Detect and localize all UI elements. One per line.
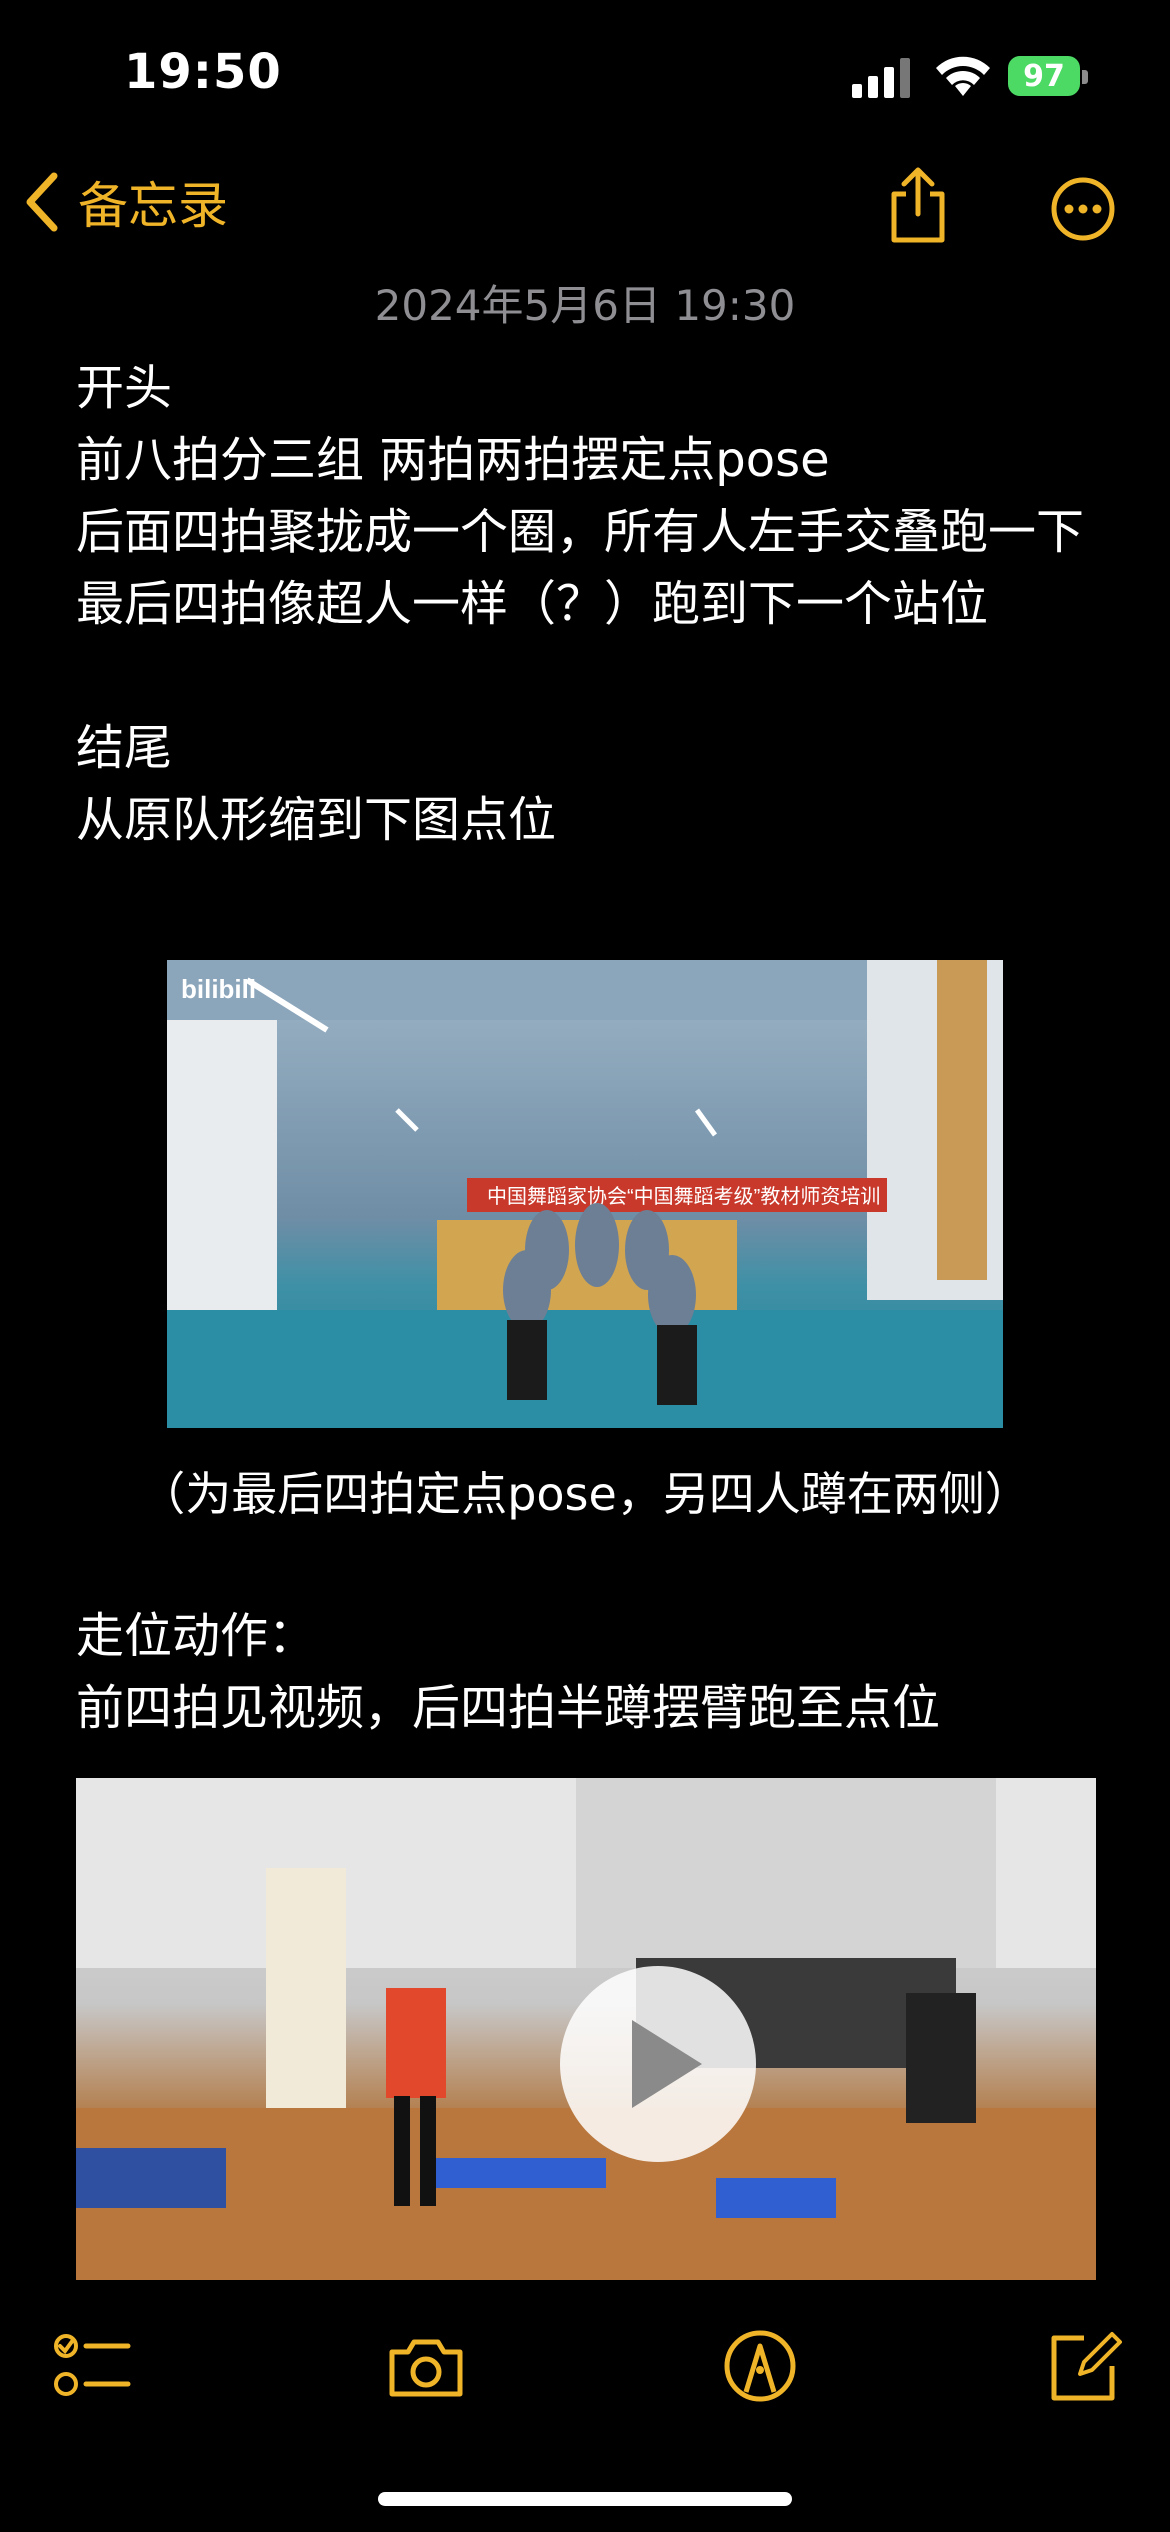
play-button[interactable]: [560, 1966, 756, 2162]
note-line: 结尾: [76, 720, 173, 776]
note-line: 开头: [76, 360, 173, 416]
back-button[interactable]: 备忘录: [22, 166, 228, 238]
image-caption: （为最后四拍定点pose，另四人蹲在两侧）: [139, 1467, 1031, 1521]
note-line: 最后四拍像超人一样（？）跑到下一个站位: [76, 576, 989, 632]
share-icon[interactable]: [886, 166, 950, 246]
note-date: 2024年5月6日 19:30: [374, 281, 796, 330]
battery-cap: [1082, 70, 1088, 84]
note-line: 走位动作：: [76, 1608, 317, 1664]
compose-icon[interactable]: [1044, 2326, 1124, 2406]
checklist-icon[interactable]: [52, 2326, 132, 2406]
note-blank-line: [76, 640, 1106, 712]
note-line: 前四拍见视频，后四拍半蹲摆臂跑至点位: [76, 1680, 941, 1736]
battery-level: 97: [1008, 56, 1080, 96]
camera-icon[interactable]: [386, 2326, 466, 2406]
bilibili-watermark: bilibili: [181, 974, 256, 1004]
note-line: 前八拍分三组 两拍两拍摆定点pose: [76, 432, 830, 488]
note-line: 从原队形缩到下图点位: [76, 792, 557, 848]
photo-illustration: 中国舞蹈家协会“中国舞蹈考级”教材师资培训 bilibili: [167, 960, 1003, 1428]
note-body-continued[interactable]: 走位动作： 前四拍见视频，后四拍半蹲摆臂跑至点位: [76, 1600, 1106, 1744]
back-label: 备忘录: [78, 177, 228, 235]
status-time: 19:50: [124, 44, 282, 100]
wifi-icon: [936, 56, 990, 96]
chevron-left-icon: [26, 172, 58, 232]
note-body[interactable]: 开头 前八拍分三组 两拍两拍摆定点pose 后面四拍聚拢成一个圈，所有人左手交叠…: [76, 352, 1106, 856]
home-indicator[interactable]: [378, 2492, 792, 2506]
cellular-signal-icon: [852, 58, 910, 98]
more-options-icon[interactable]: [1050, 176, 1116, 242]
markup-icon[interactable]: [720, 2326, 800, 2406]
battery-indicator: 97: [1008, 56, 1088, 98]
play-icon: [632, 2020, 702, 2108]
note-line: 后面四拍聚拢成一个圈，所有人左手交叠跑一下: [76, 504, 1085, 560]
banner-text: 中国舞蹈家协会“中国舞蹈考级”教材师资培训: [487, 1185, 880, 1208]
dance-formation-photo[interactable]: 中国舞蹈家协会“中国舞蹈考级”教材师资培训 bilibili: [167, 960, 1003, 1428]
